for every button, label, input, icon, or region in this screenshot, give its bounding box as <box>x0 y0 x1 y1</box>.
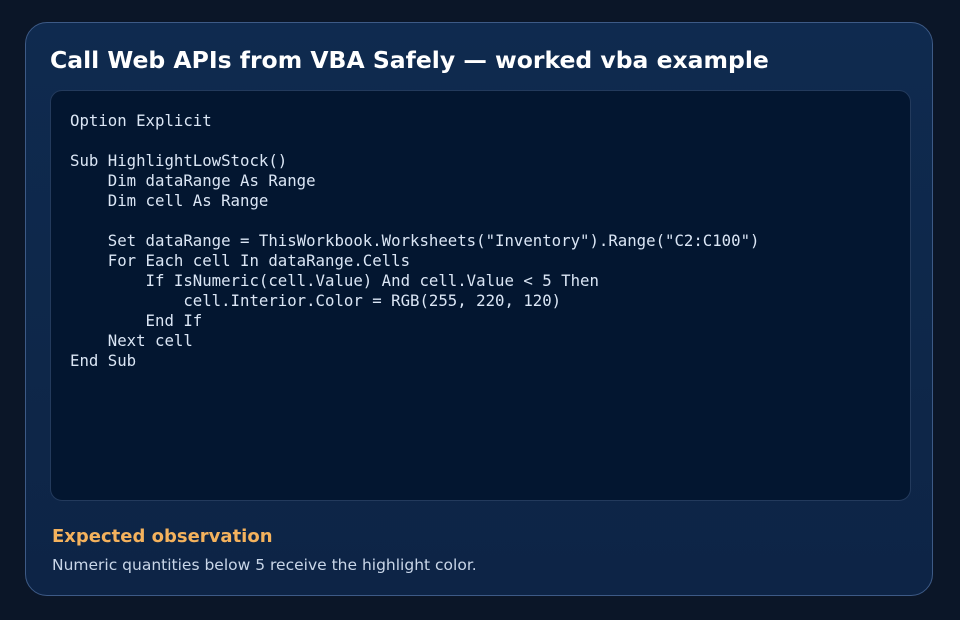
code-listing[interactable]: Option Explicit Sub HighlightLowStock() … <box>70 111 759 371</box>
code-block[interactable]: Option Explicit Sub HighlightLowStock() … <box>50 90 911 501</box>
example-card: Call Web APIs from VBA Safely — worked v… <box>25 22 933 596</box>
page-title: Call Web APIs from VBA Safely — worked v… <box>50 46 769 74</box>
observation-text: Numeric quantities below 5 receive the h… <box>52 556 477 574</box>
observation-heading: Expected observation <box>52 526 273 547</box>
